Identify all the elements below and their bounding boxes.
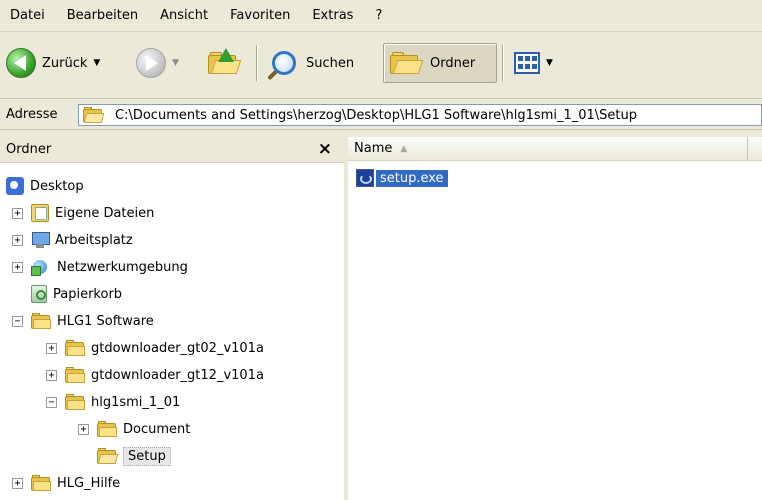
back-label: Zurück	[42, 55, 88, 71]
tree-item-label: Document	[123, 421, 191, 437]
menu-extras-label: Extras	[312, 8, 354, 23]
menu-ansicht[interactable]: Ansicht	[156, 6, 212, 25]
menu-favoriten-label: Favoriten	[230, 8, 291, 23]
back-button[interactable]: Zurück ▼	[6, 43, 100, 83]
collapse-icon[interactable]: −	[12, 315, 23, 327]
tree-item-hlg1smi[interactable]: − hlg1smi_1_01	[46, 389, 180, 415]
forward-button[interactable]: ▼	[136, 43, 179, 83]
tree-item-gtdownloader-gt12[interactable]: + gtdownloader_gt12_v101a	[46, 362, 264, 388]
tree-item-label: HLG_Hilfe	[57, 475, 121, 491]
column-name-label: Name	[354, 141, 393, 156]
expand-icon[interactable]: +	[46, 369, 57, 381]
folder-icon	[31, 313, 51, 329]
folder-icon	[97, 421, 117, 437]
folders-label: Ordner	[430, 55, 476, 71]
menu-help-label: ?	[375, 8, 383, 23]
menu-favoriten[interactable]: Favoriten	[226, 6, 294, 25]
toolbar-separator-2	[502, 45, 504, 81]
tree-item-papierkorb[interactable]: Papierkorb	[12, 281, 122, 307]
tree-item-gtdownloader-gt02[interactable]: + gtdownloader_gt02_v101a	[46, 335, 264, 361]
search-label: Suchen	[306, 55, 355, 71]
close-icon[interactable]: ×	[318, 139, 332, 159]
menu-datei[interactable]: Datei	[6, 6, 49, 25]
tree-item-label: HLG1 Software	[57, 313, 154, 329]
recycle-bin-icon	[31, 285, 47, 303]
my-computer-icon	[31, 231, 50, 249]
folder-pane-header: Ordner ×	[0, 137, 344, 163]
menu-datei-label: Datei	[10, 8, 45, 23]
menu-ansicht-label: Ansicht	[160, 8, 209, 23]
search-button[interactable]: Suchen	[272, 43, 354, 83]
folder-up-icon	[208, 48, 242, 74]
sort-ascending-icon: ▲	[400, 143, 408, 154]
forward-dropdown-icon[interactable]: ▼	[172, 58, 179, 68]
views-icon	[514, 52, 540, 74]
search-icon	[272, 51, 296, 75]
toolbar: Zurück ▼ ▼ Suchen Ordner ▼	[0, 33, 762, 99]
folder-icon	[65, 340, 85, 356]
tree-item-arbeitsplatz[interactable]: + Arbeitsplatz	[12, 227, 133, 253]
file-item-setup-exe[interactable]: setup.exe	[356, 167, 448, 189]
folder-icon	[65, 394, 85, 410]
folders-button[interactable]: Ordner	[383, 43, 497, 83]
folder-icon	[31, 475, 51, 491]
my-documents-icon	[31, 204, 49, 222]
collapse-icon[interactable]: −	[46, 396, 57, 408]
expand-icon[interactable]: +	[78, 423, 89, 435]
tree-item-hlg-hilfe[interactable]: + HLG_Hilfe	[12, 470, 120, 496]
menu-help[interactable]: ?	[371, 6, 386, 25]
menu-bar: Datei Bearbeiten Ansicht Favoriten Extra…	[0, 0, 762, 32]
tree-item-label: gtdownloader_gt12_v101a	[91, 367, 264, 383]
network-icon	[31, 258, 51, 276]
address-path: C:\Documents and Settings\herzog\Desktop…	[115, 107, 637, 123]
folders-icon	[390, 52, 424, 74]
file-name-label: setup.exe	[376, 169, 448, 187]
tree-item-label: Arbeitsplatz	[55, 232, 133, 248]
tree-item-eigene-dateien[interactable]: + Eigene Dateien	[12, 200, 154, 226]
tree-item-netzwerkumgebung[interactable]: + Netzwerkumgebung	[12, 254, 188, 280]
tree-item-label: Desktop	[30, 178, 84, 194]
tree-item-document[interactable]: + Document	[78, 416, 190, 442]
toolbar-separator	[256, 45, 258, 81]
desktop-icon	[6, 177, 24, 195]
expand-icon[interactable]: +	[12, 261, 23, 273]
tree-item-label: hlg1smi_1_01	[91, 394, 181, 410]
forward-arrow-icon	[136, 48, 166, 78]
up-folder-button[interactable]	[208, 43, 248, 83]
address-folder-icon	[83, 107, 105, 123]
expand-icon[interactable]: +	[12, 207, 23, 219]
address-label: Adresse	[6, 107, 58, 122]
column-header-filler	[748, 137, 762, 161]
tree-item-label: Papierkorb	[53, 286, 123, 302]
tree-item-hlg1-software[interactable]: − HLG1 Software	[12, 308, 154, 334]
folder-pane-title: Ordner	[6, 142, 52, 157]
folder-icon	[65, 367, 85, 383]
tree-item-label: Netzwerkumgebung	[57, 259, 188, 275]
back-arrow-icon	[6, 48, 36, 78]
tree-item-desktop[interactable]: Desktop	[6, 173, 84, 199]
back-dropdown-icon[interactable]: ▼	[93, 58, 100, 68]
file-list-pane: Name ▲ setup.exe	[348, 137, 762, 500]
tree-item-label: Eigene Dateien	[55, 205, 155, 221]
views-button[interactable]: ▼	[514, 43, 553, 83]
folder-pane: Ordner × Desktop + Eigene Dateien + Arbe…	[0, 137, 346, 500]
expand-icon[interactable]: +	[46, 342, 57, 354]
expand-icon[interactable]: +	[12, 234, 23, 246]
tree-item-setup[interactable]: Setup	[78, 443, 171, 469]
tree-item-label-selected: Setup	[123, 446, 171, 466]
menu-bearbeiten[interactable]: Bearbeiten	[63, 6, 142, 25]
column-header-name[interactable]: Name ▲	[348, 137, 748, 161]
open-folder-icon	[97, 448, 119, 464]
tree-item-label: gtdownloader_gt02_v101a	[91, 340, 264, 356]
setup-exe-icon	[356, 169, 374, 187]
menu-extras[interactable]: Extras	[308, 6, 357, 25]
views-dropdown-icon[interactable]: ▼	[546, 58, 553, 68]
menu-bearbeiten-label: Bearbeiten	[66, 8, 139, 23]
expand-icon[interactable]: +	[12, 477, 23, 489]
address-input[interactable]: C:\Documents and Settings\herzog\Desktop…	[78, 104, 762, 126]
address-bar: Adresse C:\Documents and Settings\herzog…	[0, 100, 762, 130]
